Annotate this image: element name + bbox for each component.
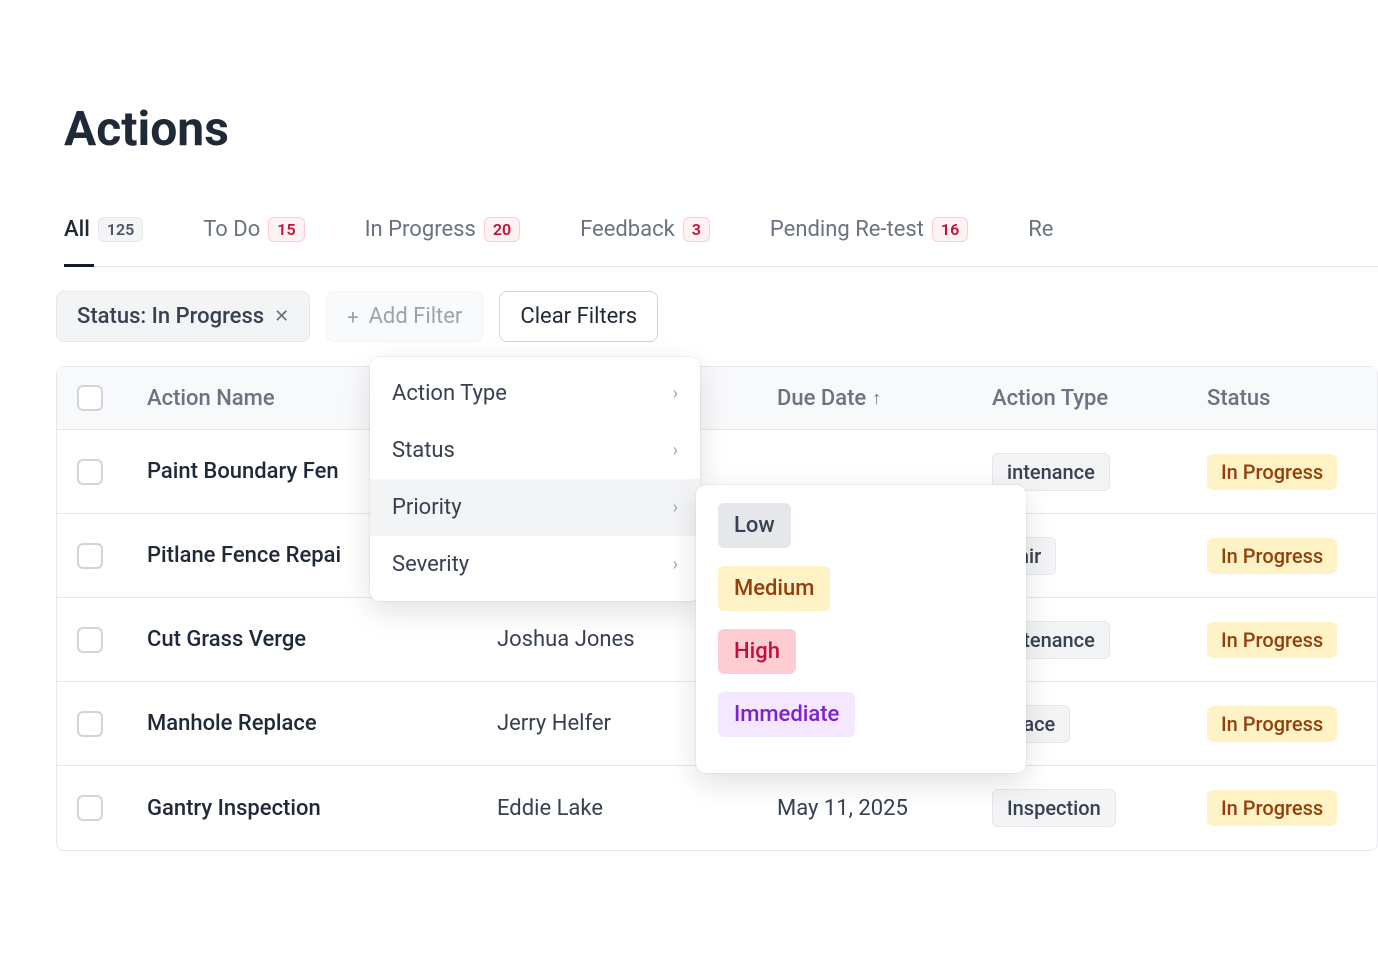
chevron-right-icon: ›: [673, 554, 678, 575]
clear-filters-label: Clear Filters: [520, 304, 637, 329]
status-badge: In Progress: [1207, 706, 1337, 742]
cell-status: In Progress: [1187, 454, 1367, 490]
tab-label: Pending Re-test: [770, 217, 924, 242]
chevron-right-icon: ›: [673, 497, 678, 518]
filter-chip-label: Status: In Progress: [77, 304, 264, 329]
dropdown-item-severity[interactable]: Severity ›: [370, 536, 700, 593]
cell-assignee: Eddie Lake: [477, 796, 757, 821]
cell-status: In Progress: [1187, 538, 1367, 574]
tab-feedback[interactable]: Feedback 3: [580, 217, 710, 266]
tab-count: 3: [683, 217, 710, 242]
header-due-label: Due Date: [777, 386, 866, 411]
cell-due: May 11, 2025: [757, 796, 972, 821]
dropdown-item-label: Status: [392, 438, 455, 463]
tab-pending-retest[interactable]: Pending Re-test 16: [770, 217, 968, 266]
priority-option-immediate[interactable]: Immediate: [718, 692, 855, 737]
dropdown-item-priority[interactable]: Priority ›: [370, 479, 700, 536]
dropdown-item-label: Action Type: [392, 381, 507, 406]
add-filter-button[interactable]: + Add Filter: [326, 291, 483, 342]
clear-filters-button[interactable]: Clear Filters: [499, 291, 658, 342]
page-title: Actions: [64, 100, 1378, 157]
row-checkbox[interactable]: [77, 459, 103, 485]
priority-option-medium[interactable]: Medium: [718, 566, 830, 611]
header-due-date[interactable]: Due Date ↑: [757, 385, 972, 411]
plus-icon: +: [347, 305, 358, 329]
sort-ascending-icon: ↑: [872, 388, 881, 409]
tab-count: 20: [484, 217, 520, 242]
table-header: Action Name Assignee Due Date ↑ Action T…: [57, 367, 1377, 430]
tab-to-do[interactable]: To Do 15: [203, 217, 304, 266]
priority-option-high[interactable]: High: [718, 629, 796, 674]
cell-name: Cut Grass Verge: [127, 627, 477, 652]
row-checkbox[interactable]: [77, 627, 103, 653]
tab-truncated[interactable]: Re: [1028, 217, 1053, 266]
filter-chip-status[interactable]: Status: In Progress ✕: [56, 291, 310, 342]
tab-count: 15: [268, 217, 304, 242]
cell-status: In Progress: [1187, 790, 1367, 826]
filter-bar: Status: In Progress ✕ + Add Filter Clear…: [56, 267, 1378, 366]
tab-label: Re: [1028, 217, 1053, 242]
cell-status: In Progress: [1187, 622, 1367, 658]
cell-name: Manhole Replace: [127, 711, 477, 736]
status-badge: In Progress: [1207, 538, 1337, 574]
priority-submenu: Low Medium High Immediate: [696, 485, 1026, 773]
tab-in-progress[interactable]: In Progress 20: [365, 217, 521, 266]
row-checkbox[interactable]: [77, 711, 103, 737]
cell-name: Gantry Inspection: [127, 796, 477, 821]
header-checkbox-col: [57, 385, 127, 411]
tabs: All 125 To Do 15 In Progress 20 Feedback…: [64, 217, 1378, 267]
chevron-right-icon: ›: [673, 440, 678, 461]
dropdown-item-label: Severity: [392, 552, 469, 577]
dropdown-item-label: Priority: [392, 495, 462, 520]
tab-label: In Progress: [365, 217, 476, 242]
tab-label: Feedback: [580, 217, 675, 242]
chevron-right-icon: ›: [673, 383, 678, 404]
tab-label: All: [64, 217, 90, 242]
tab-all[interactable]: All 125: [64, 217, 143, 266]
status-badge: In Progress: [1207, 454, 1337, 490]
tab-label: To Do: [203, 217, 260, 242]
status-badge: In Progress: [1207, 790, 1337, 826]
add-filter-label: Add Filter: [369, 304, 463, 329]
priority-option-low[interactable]: Low: [718, 503, 791, 548]
close-icon[interactable]: ✕: [274, 306, 289, 327]
tab-count: 16: [932, 217, 968, 242]
row-checkbox[interactable]: [77, 795, 103, 821]
dropdown-item-action-type[interactable]: Action Type ›: [370, 365, 700, 422]
dropdown-item-status[interactable]: Status ›: [370, 422, 700, 479]
header-action-type[interactable]: Action Type: [972, 385, 1187, 411]
status-badge: In Progress: [1207, 622, 1337, 658]
cell-status: In Progress: [1187, 706, 1367, 742]
row-checkbox[interactable]: [77, 543, 103, 569]
filter-dropdown: Action Type › Status › Priority › Severi…: [370, 357, 700, 601]
table-row[interactable]: Gantry Inspection Eddie Lake May 11, 202…: [57, 766, 1377, 850]
select-all-checkbox[interactable]: [77, 385, 103, 411]
cell-type: Inspection: [972, 789, 1187, 827]
header-status[interactable]: Status: [1187, 385, 1367, 411]
tab-count: 125: [98, 217, 143, 242]
type-pill: Inspection: [992, 789, 1116, 827]
